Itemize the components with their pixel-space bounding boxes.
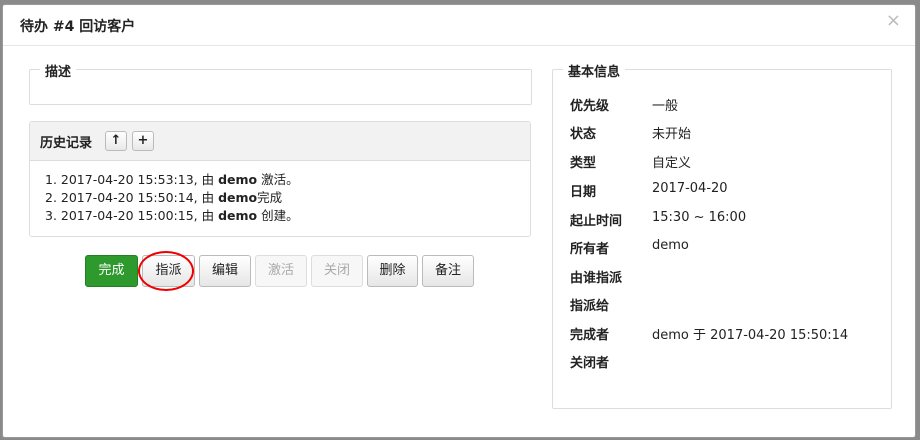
history-list: 1. 2017-04-20 15:53:13, 由 demo 激活。 2. 20…	[30, 161, 530, 225]
history-entry: 1. 2017-04-20 15:53:13, 由 demo 激活。	[45, 172, 299, 187]
plus-icon[interactable]: +	[132, 131, 154, 151]
modal-header: 待办 #4 回访客户 ×	[3, 5, 915, 46]
history-entry: 2. 2017-04-20 15:50:14, 由 demo完成	[45, 190, 283, 205]
activate-button: 激活	[255, 255, 307, 287]
history-entry: 3. 2017-04-20 15:00:15, 由 demo 创建。	[45, 208, 299, 223]
delete-button[interactable]: 删除	[367, 255, 418, 287]
description-section: 描述	[29, 61, 532, 105]
edit-button[interactable]: 编辑	[199, 255, 251, 287]
modal-title: 待办 #4 回访客户	[20, 19, 136, 35]
close-button: 关闭	[311, 255, 363, 287]
finish-button[interactable]: 完成	[85, 255, 138, 287]
note-button[interactable]: 备注	[422, 255, 474, 287]
todo-detail-modal: 待办 #4 回访客户 × 描述 历史记录 ↑ + 1. 2017-04-20 1…	[2, 4, 916, 438]
history-title: 历史记录	[40, 136, 93, 151]
history-panel: 历史记录 ↑ + 1. 2017-04-20 15:53:13, 由 demo …	[29, 121, 531, 237]
close-icon[interactable]: ×	[886, 12, 901, 30]
arrow-up-icon[interactable]: ↑	[105, 131, 127, 151]
description-legend: 描述	[40, 61, 77, 80]
history-heading: 历史记录 ↑ +	[30, 122, 530, 161]
basic-info-legend: 基本信息	[563, 61, 626, 80]
assign-button[interactable]: 指派	[142, 255, 195, 287]
